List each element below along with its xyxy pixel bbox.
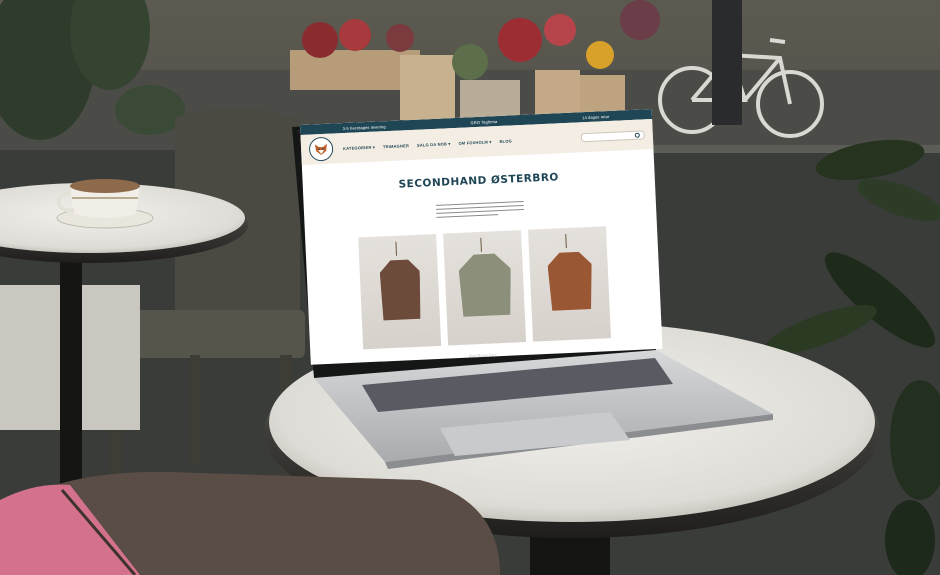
intro-paragraph [435, 200, 525, 219]
nav-item-about[interactable]: OM FOXHOLM ▾ [458, 139, 491, 145]
main-nav: KATEGORIER ▾ TRIMAGNER SALG DA NOB ▾ OM … [343, 138, 512, 151]
laptop-screen: 3-5 hverdages levering GRO Tagfirma 14 d… [300, 109, 663, 365]
site-logo[interactable] [308, 136, 334, 162]
nav-item-brands[interactable]: TRIMAGNER [383, 143, 409, 149]
pedestrian-legs [712, 0, 742, 125]
product-card-blouse[interactable] [528, 226, 612, 342]
nav-item-blog[interactable]: BLOG [499, 138, 512, 144]
nav-item-categories[interactable]: KATEGORIER ▾ [343, 144, 375, 150]
search-icon [634, 132, 640, 138]
nav-item-sell[interactable]: SALG DA NOB ▾ [417, 141, 451, 148]
laptop-model-label: MacBook Pro [468, 352, 497, 359]
promo-item-returns: 14 dages retur [582, 113, 610, 120]
hanger-icon [480, 238, 485, 253]
cardigan-image [379, 259, 422, 321]
product-grid [358, 224, 662, 350]
product-card-fur-coat[interactable] [443, 230, 527, 346]
page-title: SECONDHAND ØSTERBRO [398, 171, 560, 191]
hanger-icon [395, 241, 401, 257]
promo-item-delivery: 3-5 hverdages levering [342, 123, 386, 131]
blanket [0, 471, 500, 575]
product-card-cardigan[interactable] [358, 234, 442, 350]
search-input[interactable] [580, 129, 645, 142]
fox-icon [314, 143, 327, 156]
blouse-image [547, 251, 594, 311]
fur-coat-image [458, 253, 513, 317]
hanger-icon [565, 234, 570, 249]
promo-item-middle: GRO Tagfirma [470, 118, 498, 125]
